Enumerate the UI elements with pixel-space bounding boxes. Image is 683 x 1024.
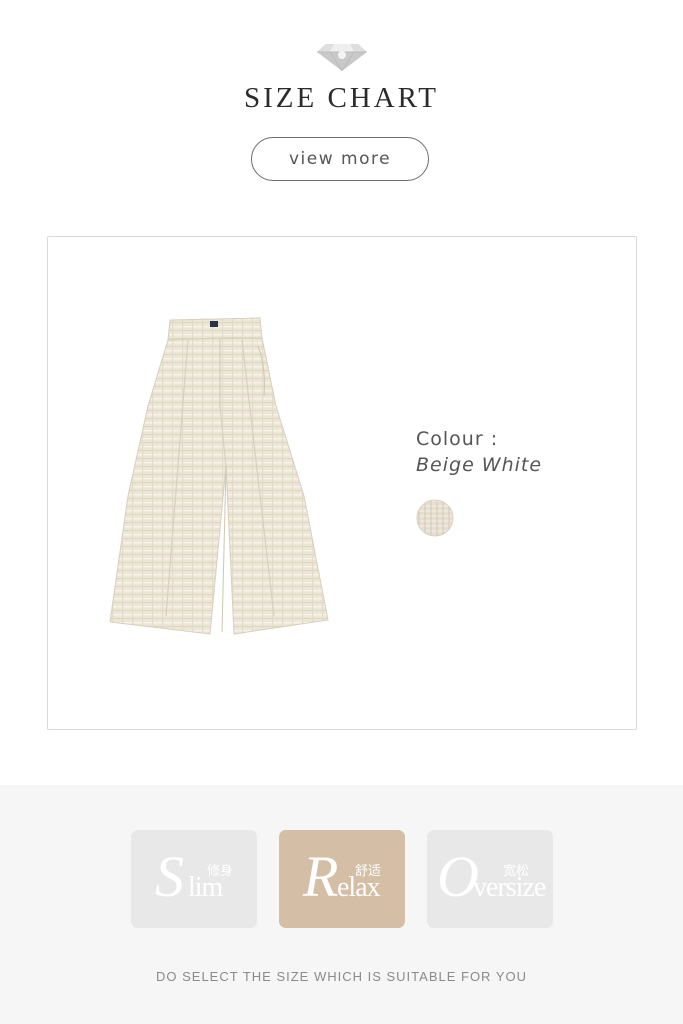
view-more-button[interactable]: view more [251, 137, 429, 181]
page-title: SIZE CHART [243, 82, 439, 114]
colour-label: Colour : [416, 428, 499, 450]
fit-option-oversize[interactable]: O versize 宽松 [427, 830, 553, 928]
fit-option-slim[interactable]: S lim 修身 [131, 830, 257, 928]
fit-initial: R [303, 844, 339, 909]
colour-swatch[interactable] [416, 499, 454, 537]
diamond-icon [317, 44, 367, 72]
colour-value: Beige White [416, 454, 543, 476]
fit-initial: S [155, 844, 184, 909]
product-image [109, 317, 329, 635]
footer-note: DO SELECT THE SIZE WHICH IS SUITABLE FOR… [156, 969, 527, 984]
fit-chinese-label: 修身 [206, 864, 233, 879]
fit-chinese-label: 舒适 [354, 864, 381, 879]
fit-chinese-label: 宽松 [502, 864, 529, 879]
fit-option-relax[interactable]: R elax 舒适 [279, 830, 405, 928]
